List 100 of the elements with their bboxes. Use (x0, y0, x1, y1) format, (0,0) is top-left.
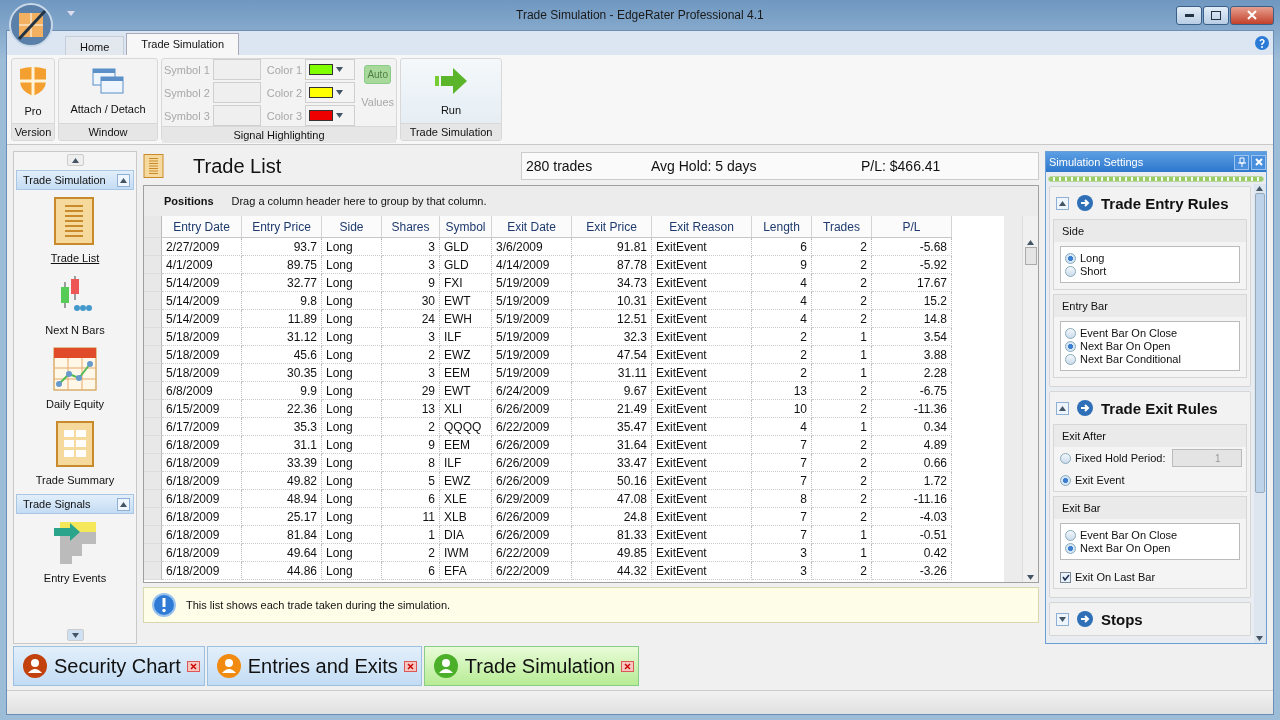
color-picker[interactable] (305, 82, 356, 103)
scroll-up-button[interactable] (66, 154, 84, 166)
collapse-button[interactable] (117, 173, 130, 187)
close-button[interactable] (1251, 154, 1266, 170)
table-cell: XLE (440, 490, 492, 508)
group-caption: Trade Simulation (401, 123, 501, 140)
tab-label: Entries and Exits (247, 654, 398, 678)
table-cell: 2 (382, 418, 440, 436)
table-cell: ExitEvent (652, 490, 752, 508)
help-icon[interactable] (1255, 36, 1269, 50)
user-icon (215, 653, 242, 679)
table-cell: 93.7 (242, 238, 322, 256)
sidebar-section-header[interactable]: Trade Signals (16, 494, 134, 514)
row-indicator (144, 346, 162, 364)
column-header[interactable]: Length (752, 216, 812, 238)
close-button[interactable] (1230, 5, 1274, 25)
pin-button[interactable] (1234, 154, 1249, 170)
sidebar-item[interactable]: Next N Bars (45, 324, 105, 336)
table-cell: ExitEvent (652, 544, 752, 562)
table-cell: 35.47 (572, 418, 652, 436)
sidebar-item[interactable]: Daily Equity (45, 398, 105, 410)
table-cell: ExitEvent (652, 364, 752, 382)
column-header[interactable]: Symbol (440, 216, 492, 238)
table-cell: QQQQ (440, 418, 492, 436)
table-cell: 3 (382, 238, 440, 256)
maximize-button[interactable] (1203, 5, 1229, 25)
table-cell: 1 (812, 328, 872, 346)
ribbon-tab[interactable]: Home (65, 36, 125, 55)
close-icon (1254, 158, 1263, 166)
table-cell: 4 (752, 310, 812, 328)
scroll-thumb[interactable] (1254, 193, 1265, 493)
color-picker[interactable] (305, 59, 356, 80)
collapse-button[interactable] (1056, 196, 1069, 210)
table-cell: 31.12 (242, 328, 322, 346)
collapse-button[interactable] (1056, 401, 1069, 415)
radio-option[interactable]: Next Bar On Open (1065, 340, 1235, 352)
table-cell: 9 (752, 256, 812, 274)
color-picker[interactable] (305, 105, 356, 126)
radio-option[interactable]: Event Bar On Close (1065, 327, 1235, 339)
run-button[interactable]: Run (434, 66, 468, 116)
sidebar-item[interactable]: Entry Events (43, 572, 107, 584)
table-cell: 5/19/2009 (492, 310, 572, 328)
ribbon-tab[interactable]: Trade Simulation (126, 33, 240, 55)
radio-option[interactable]: Next Bar Conditional (1065, 353, 1235, 365)
table-cell: 5/14/2009 (162, 274, 242, 292)
row-indicator (144, 328, 162, 346)
table-cell: 6/24/2009 (492, 382, 572, 400)
radio-option[interactable]: Short (1065, 265, 1235, 277)
sidebar-section-header[interactable]: Trade Simulation (16, 170, 134, 190)
collapse-button[interactable] (117, 497, 130, 511)
checkbox-option[interactable]: Exit On Last Bar (1054, 566, 1246, 588)
radio-option[interactable]: Next Bar On Open (1065, 542, 1235, 554)
summary-stat: 280 trades (526, 158, 594, 174)
column-header[interactable]: Side (322, 216, 382, 238)
table-cell: 3 (382, 364, 440, 382)
arrow-icon (434, 66, 468, 96)
close-icon[interactable] (403, 660, 417, 672)
column-header[interactable]: Trades (812, 216, 872, 238)
radio-option[interactable]: Event Bar On Close (1065, 529, 1235, 541)
scroll-down-button[interactable] (66, 629, 84, 641)
table-cell: 35.3 (242, 418, 322, 436)
attach-detach-button[interactable]: Attach / Detach (70, 67, 146, 115)
sidebar-item[interactable]: Trade Summary (35, 474, 115, 486)
row-indicator (144, 490, 162, 508)
radio-option[interactable]: Exit Event (1054, 469, 1246, 491)
chevron-down-icon (1256, 636, 1264, 641)
document-tab[interactable]: Trade Simulation (423, 646, 640, 686)
radio-option[interactable]: Fixed Hold Period: (1054, 447, 1172, 469)
table-cell: 2 (752, 364, 812, 382)
arrow-circle-icon (1077, 611, 1093, 627)
symbol-field[interactable] (212, 82, 261, 103)
close-icon[interactable] (621, 660, 635, 672)
document-tab[interactable]: Entries and Exits (206, 646, 422, 686)
column-header[interactable]: P/L (872, 216, 952, 238)
table-cell: EWT (440, 292, 492, 310)
column-header[interactable]: Entry Date (162, 216, 242, 238)
table-cell: 3 (382, 256, 440, 274)
pro-button[interactable]: Pro (18, 65, 48, 117)
column-header[interactable]: Shares (382, 216, 440, 238)
collapse-button[interactable] (1056, 612, 1069, 626)
scroll-thumb[interactable] (1024, 247, 1037, 265)
close-icon[interactable] (186, 660, 200, 672)
table-cell: 6/18/2009 (162, 508, 242, 526)
table-cell: 6/22/2009 (492, 562, 572, 580)
column-header[interactable]: Exit Price (572, 216, 652, 238)
column-header[interactable]: Exit Reason (652, 216, 752, 238)
chevron-up-icon (120, 501, 127, 507)
symbol-field[interactable] (212, 59, 261, 80)
column-header[interactable]: Exit Date (492, 216, 572, 238)
document-tab[interactable]: Security Chart (13, 646, 205, 686)
minimize-button[interactable] (1176, 5, 1202, 25)
symbol-field[interactable] (212, 105, 261, 126)
radio-option[interactable]: Long (1065, 252, 1235, 264)
column-header[interactable]: Entry Price (242, 216, 322, 238)
table-cell: ILF (440, 328, 492, 346)
table-cell: 4 (752, 274, 812, 292)
sidebar-item[interactable]: Trade List (50, 252, 100, 264)
chevron-up-icon (1059, 200, 1066, 206)
table-cell: 2 (812, 274, 872, 292)
table-cell: Long (322, 454, 382, 472)
